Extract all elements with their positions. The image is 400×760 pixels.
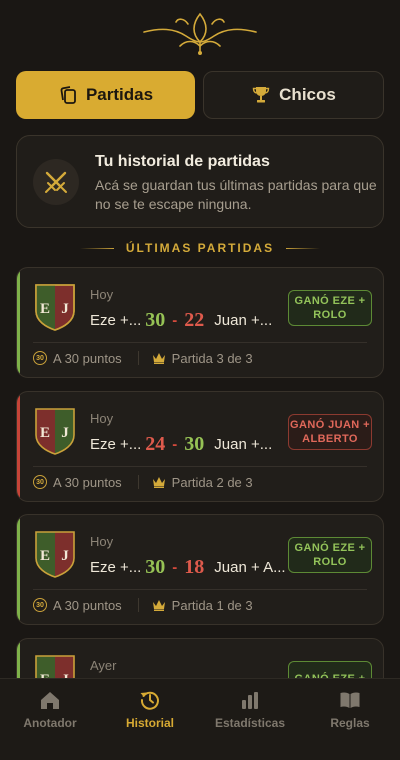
match-meta: 30 A 30 puntos Partida 2 de 3 bbox=[33, 472, 253, 492]
trophy-icon bbox=[252, 87, 270, 103]
view-switcher: Partidas Chicos bbox=[16, 71, 384, 119]
match-date: Hoy bbox=[90, 411, 114, 426]
history-icon bbox=[140, 691, 159, 710]
score-line: Eze +... 30 - 18 Juan + A... bbox=[90, 555, 286, 579]
house-icon bbox=[41, 692, 59, 709]
crown-icon bbox=[152, 600, 165, 611]
team2-score: 30 bbox=[184, 432, 205, 455]
card-divider bbox=[33, 589, 367, 590]
bar-chart-icon bbox=[242, 692, 258, 709]
nav-item-historial[interactable]: Historial bbox=[100, 679, 200, 760]
section-title: ÚLTIMAS PARTIDAS bbox=[125, 241, 275, 255]
shield-letter-right: J bbox=[61, 425, 69, 441]
shield-letter-right: J bbox=[61, 548, 69, 564]
cards-icon bbox=[60, 86, 76, 104]
history-info-card: Tu historial de partidas Acá se guardan … bbox=[16, 135, 384, 228]
result-badge: GANÓ EZE + ROLO bbox=[288, 537, 372, 573]
match-card[interactable]: E J Hoy Eze +... 30 - 18 Juan + A... GAN… bbox=[16, 514, 384, 625]
shield-letter-right: J bbox=[61, 301, 69, 317]
nav-item-anotador[interactable]: Anotador bbox=[0, 679, 100, 760]
meta-separator bbox=[137, 351, 139, 365]
info-description: Acá se guardan tus últimas partidas para… bbox=[95, 177, 377, 212]
match-date: Hoy bbox=[90, 534, 114, 549]
score-line: Eze +... 30 - 22 Juan +... bbox=[90, 308, 272, 332]
card-divider bbox=[33, 342, 367, 343]
points-target-icon: 30 bbox=[33, 351, 47, 365]
team1-name: Eze +... bbox=[90, 558, 142, 576]
loss-accent-bar bbox=[17, 392, 20, 501]
card-divider bbox=[33, 466, 367, 467]
tab-chicos[interactable]: Chicos bbox=[203, 71, 384, 119]
win-accent-bar bbox=[17, 515, 20, 624]
shield-letter-left: E bbox=[40, 548, 50, 564]
bottom-nav: Anotador Historial Estadísticas Reglas bbox=[0, 678, 400, 760]
nav-label: Estadísticas bbox=[214, 716, 286, 730]
win-accent-bar bbox=[17, 268, 20, 377]
team2-name: Juan +... bbox=[214, 311, 273, 329]
match-date: Ayer bbox=[90, 658, 117, 673]
score-line: Eze +... 24 - 30 Juan +... bbox=[90, 432, 272, 456]
team1-name: Eze +... bbox=[90, 435, 142, 453]
partida-number: Partida 2 de 3 bbox=[171, 474, 253, 490]
info-title: Tu historial de partidas bbox=[95, 153, 270, 170]
team-shield-icon: E J bbox=[35, 408, 75, 455]
points-target: A 30 puntos bbox=[53, 597, 122, 613]
meta-separator bbox=[137, 598, 139, 612]
nav-item-reglas[interactable]: Reglas bbox=[300, 679, 400, 760]
team2-name: Juan +... bbox=[214, 435, 273, 453]
shield-letter-left: E bbox=[40, 425, 50, 441]
points-target-icon: 30 bbox=[33, 598, 47, 612]
team2-name: Juan + A... bbox=[214, 558, 286, 576]
tab-partidas-label: Partidas bbox=[85, 85, 154, 104]
nav-label: Reglas bbox=[330, 716, 370, 730]
result-badge: GANÓ JUAN + ALBERTO bbox=[288, 414, 372, 450]
team1-score: 30 bbox=[145, 308, 166, 331]
points-target: A 30 puntos bbox=[53, 474, 122, 490]
crossed-swords-icon bbox=[33, 159, 79, 205]
team1-name: Eze +... bbox=[90, 311, 142, 329]
points-target: A 30 puntos bbox=[53, 350, 122, 366]
crown-icon bbox=[152, 477, 165, 488]
shield-letter-left: E bbox=[40, 301, 50, 317]
result-badge: GANÓ EZE + ROLO bbox=[288, 290, 372, 326]
crown-icon bbox=[152, 353, 165, 364]
tab-partidas[interactable]: Partidas bbox=[16, 71, 195, 119]
tab-chicos-label: Chicos bbox=[279, 85, 336, 104]
points-target-icon: 30 bbox=[33, 475, 47, 489]
team1-score: 30 bbox=[145, 555, 166, 578]
team-shield-icon: E J bbox=[35, 284, 75, 331]
match-card[interactable]: E J Hoy Eze +... 24 - 30 Juan +... GANÓ … bbox=[16, 391, 384, 502]
team-shield-icon: E J bbox=[35, 531, 75, 578]
match-meta: 30 A 30 puntos Partida 1 de 3 bbox=[33, 595, 253, 615]
section-divider-right bbox=[286, 247, 321, 249]
meta-separator bbox=[137, 475, 139, 489]
book-icon bbox=[340, 692, 360, 708]
nav-label: Historial bbox=[125, 716, 174, 730]
nav-label: Anotador bbox=[23, 716, 77, 730]
section-header: ÚLTIMAS PARTIDAS bbox=[0, 240, 400, 256]
score-separator: - bbox=[172, 558, 178, 576]
team1-score: 24 bbox=[145, 432, 166, 455]
match-card[interactable]: E J Hoy Eze +... 30 - 22 Juan +... GANÓ … bbox=[16, 267, 384, 378]
section-divider-left bbox=[79, 247, 114, 249]
team2-score: 22 bbox=[184, 308, 205, 331]
match-meta: 30 A 30 puntos Partida 3 de 3 bbox=[33, 348, 253, 368]
header-ornament-icon bbox=[143, 12, 257, 55]
match-date: Hoy bbox=[90, 287, 114, 302]
partida-number: Partida 3 de 3 bbox=[171, 350, 253, 366]
partida-number: Partida 1 de 3 bbox=[171, 597, 253, 613]
nav-item-estadisticas[interactable]: Estadísticas bbox=[200, 679, 300, 760]
team2-score: 18 bbox=[184, 555, 205, 578]
score-separator: - bbox=[172, 311, 178, 329]
score-separator: - bbox=[172, 435, 178, 453]
